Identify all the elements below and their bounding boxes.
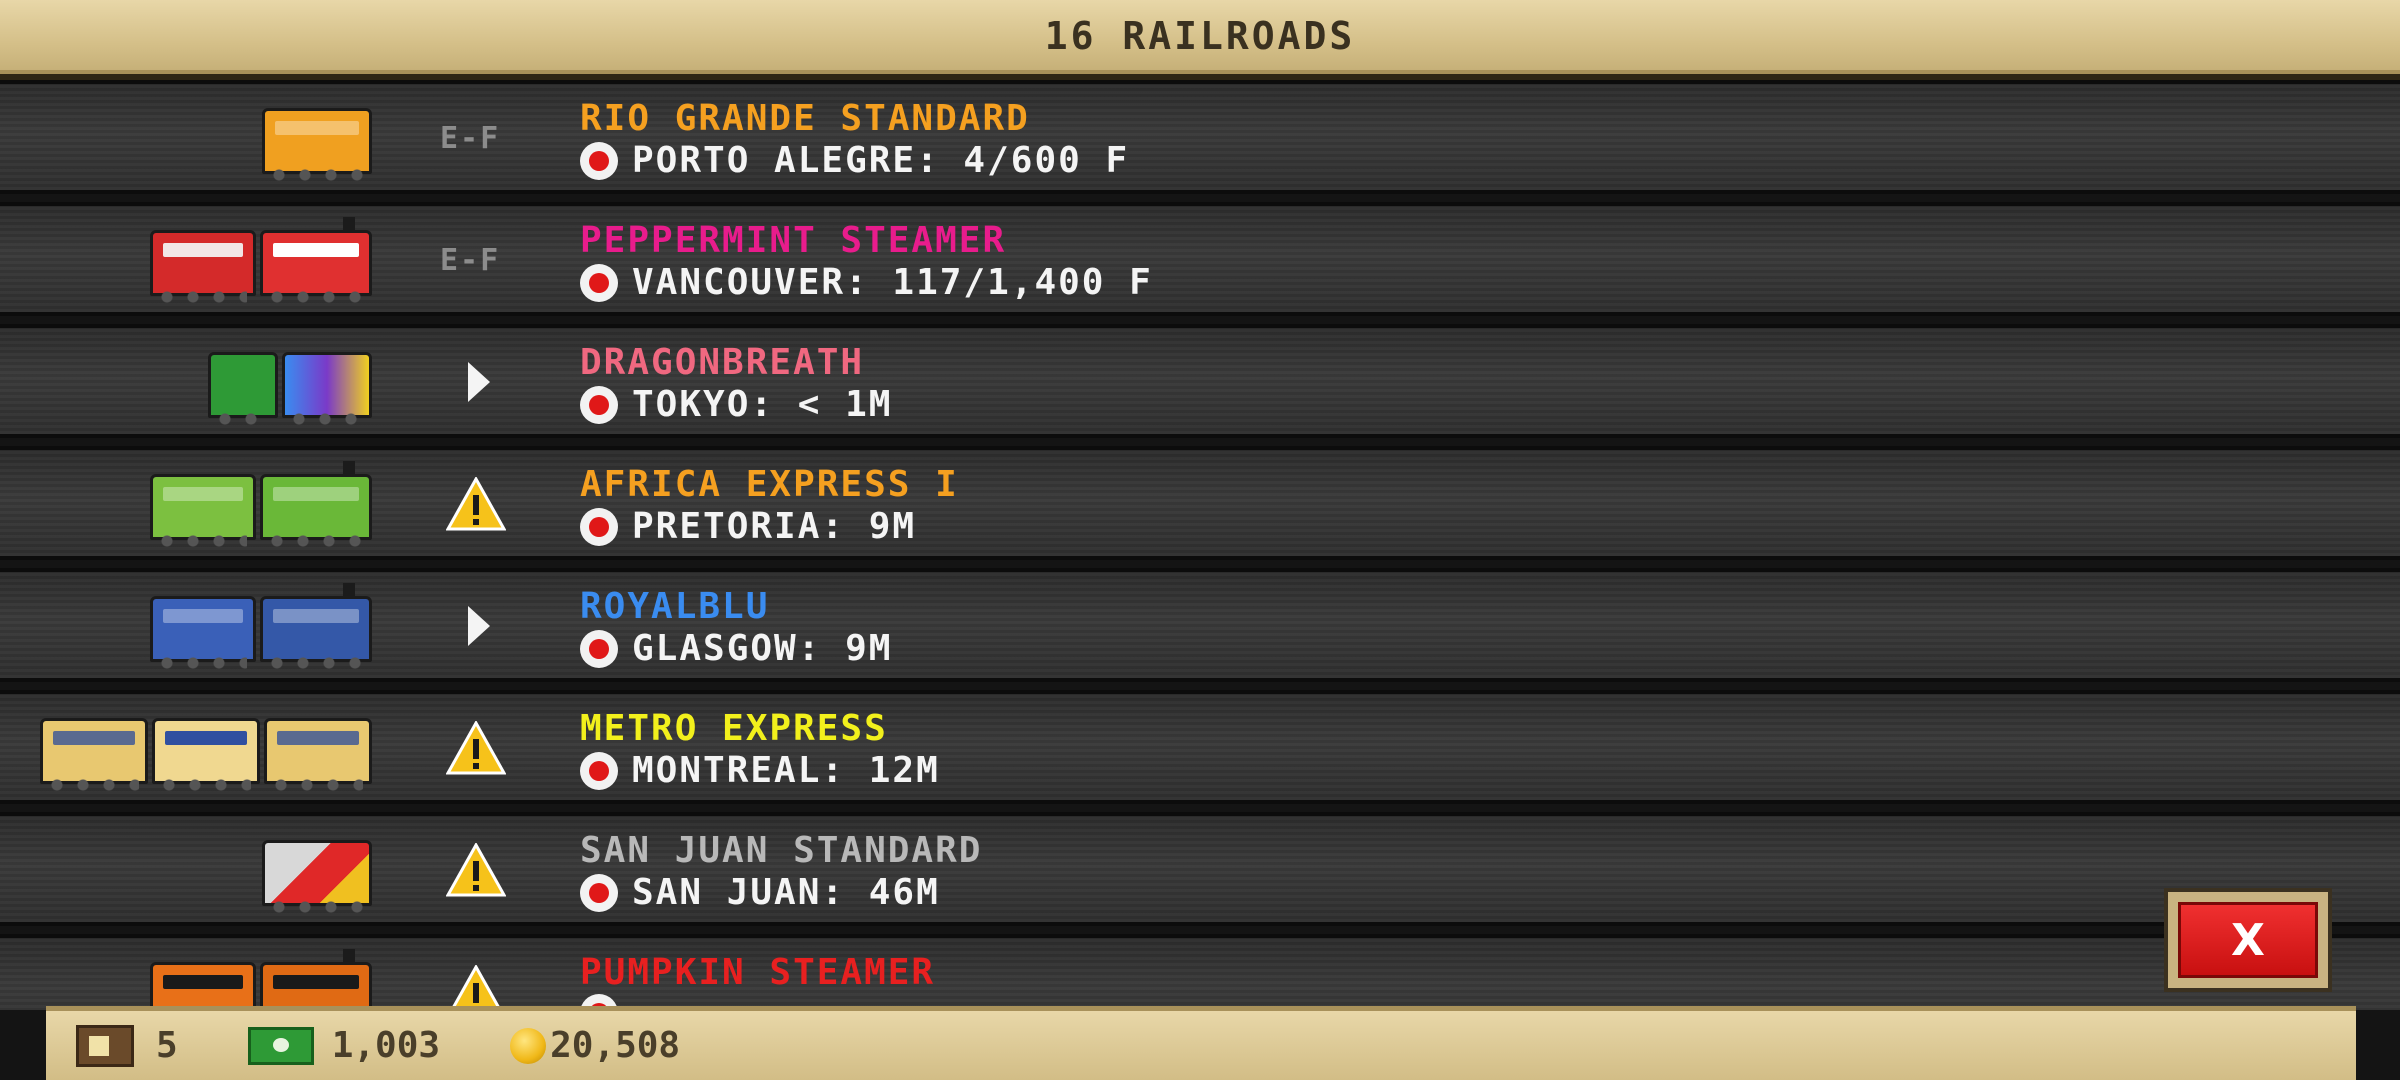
bucks-value: 1,003 [331, 1025, 441, 1066]
railroad-name: RIO GRANDE STANDARD [580, 98, 1030, 139]
tender-icon [150, 596, 256, 669]
train-sprite [40, 710, 372, 791]
railroad-row[interactable]: AFRICA EXPRESS I PRETORIA: 9M [0, 446, 2400, 560]
destination: TOKYO: < 1M [580, 384, 892, 425]
destination-text: SAN JUAN: 46M [632, 872, 940, 913]
locomotive-icon [262, 108, 372, 181]
destination-text: TOKYO: < 1M [632, 384, 893, 425]
railroad-name: ROYALBLU [580, 586, 770, 627]
locomotive-icon [260, 217, 372, 303]
status-play-icon [440, 598, 490, 654]
tender-icon [208, 352, 278, 425]
metro-car-icon [264, 718, 372, 791]
crates-value: 5 [156, 1025, 178, 1066]
railroad-row[interactable]: E-F PEPPERMINT STEAMER VANCOUVER: 117/1,… [0, 202, 2400, 316]
railroad-name: AFRICA EXPRESS I [580, 464, 959, 505]
train-sprite [262, 832, 372, 913]
railroad-name: PEPPERMINT STEAMER [580, 220, 1007, 261]
destination-marker-icon [580, 507, 618, 546]
destination-marker-icon [580, 141, 618, 180]
status-empty-full-icon: E-F [440, 120, 501, 156]
header-bar: 16 RAILROADS [0, 0, 2400, 80]
destination: PORTO ALEGRE: 4/600 F [580, 140, 1129, 181]
railroad-row[interactable]: SAN JUAN STANDARD SAN JUAN: 46M [0, 812, 2400, 926]
railroad-list[interactable]: E-F RIO GRANDE STANDARD PORTO ALEGRE: 4/… [0, 80, 2400, 1010]
destination: SAN JUAN: 46M [580, 872, 940, 913]
crates-counter[interactable]: 5 [76, 1024, 178, 1067]
tank-car-icon [152, 718, 260, 791]
destination: VANCOUVER: 117/1,400 F [580, 262, 1153, 303]
destination-text: PORTO ALEGRE: 4/600 F [632, 140, 1130, 181]
destination: MONTREAL: 12M [580, 750, 940, 791]
status-warning-icon [440, 963, 506, 1010]
locomotive-icon [260, 583, 372, 669]
train-sprite [150, 461, 372, 547]
status-warning-icon [440, 719, 507, 776]
tender-icon [150, 962, 256, 1010]
destination: GLASGOW: 9M [580, 628, 892, 669]
status-empty-full-icon: E-F [440, 242, 501, 278]
page-title: 16 RAILROADS [1044, 14, 1356, 58]
tender-icon [150, 474, 256, 547]
railroad-row[interactable]: METRO EXPRESS MONTREAL: 12M [0, 690, 2400, 804]
train-sprite [150, 217, 372, 303]
train-sprite [208, 344, 372, 425]
train-sprite [262, 100, 372, 181]
close-button[interactable]: X [2164, 888, 2332, 992]
metro-car-icon [40, 718, 148, 791]
locomotive-icon [262, 840, 372, 913]
destination-marker-icon [580, 385, 618, 424]
status-warning-icon [440, 475, 507, 532]
railroad-row[interactable]: ROYALBLU GLASGOW: 9M [0, 568, 2400, 682]
destination-text: MONTREAL: 12M [632, 750, 940, 791]
destination-marker-icon [580, 629, 618, 668]
destination-text: PRETORIA: 9M [632, 506, 917, 547]
destination-text: GLASGOW: 9M [632, 628, 893, 669]
destination-marker-icon [580, 751, 618, 790]
railroad-name: PUMPKIN STEAMER [580, 952, 936, 993]
dragon-locomotive-icon [282, 352, 372, 425]
tender-icon [150, 230, 256, 303]
railroad-row[interactable]: DRAGONBREATH TOKYO: < 1M [0, 324, 2400, 438]
coins-value: 20,508 [550, 1025, 681, 1066]
crate-icon [76, 1024, 134, 1067]
coin-icon [510, 1027, 547, 1064]
pumpkin-locomotive-icon [260, 949, 372, 1010]
train-sprite [150, 583, 372, 669]
railroad-name: SAN JUAN STANDARD [580, 830, 983, 871]
locomotive-icon [260, 461, 372, 547]
destination-text: VANCOUVER: 117/1,400 F [632, 262, 1153, 303]
railroad-name: METRO EXPRESS [580, 708, 888, 749]
destination-marker-icon [580, 263, 618, 302]
status-warning-icon [440, 841, 507, 898]
status-play-icon [440, 354, 490, 410]
resource-bar: 5 1,003 20,508 [46, 1006, 2356, 1080]
bucks-counter[interactable]: 1,003 [247, 1025, 441, 1066]
railroad-row[interactable]: E-F RIO GRANDE STANDARD PORTO ALEGRE: 4/… [0, 80, 2400, 194]
railroad-name: DRAGONBREATH [580, 342, 865, 383]
railroads-screen: 16 RAILROADS E-F RIO GRANDE STANDARD POR… [0, 0, 2400, 1080]
coins-counter[interactable]: 20,508 [510, 1025, 680, 1066]
destination-marker-icon [580, 873, 618, 912]
train-sprite [150, 949, 372, 1010]
cash-icon [247, 1026, 314, 1065]
destination: PRETORIA: 9M [580, 506, 916, 547]
close-icon: X [2178, 902, 2318, 978]
railroad-row[interactable]: PUMPKIN STEAMER [0, 934, 2400, 1010]
